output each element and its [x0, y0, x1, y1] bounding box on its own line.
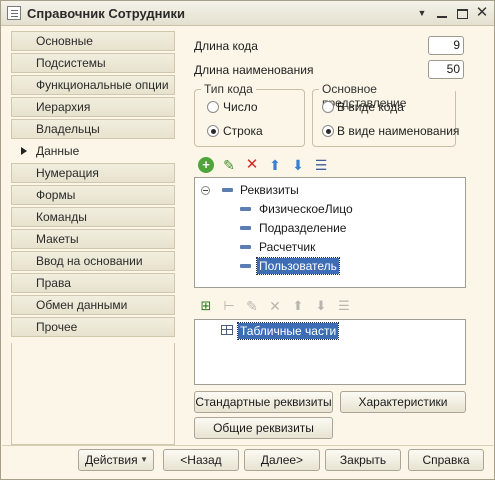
current-item-arrow-icon	[21, 147, 27, 155]
table-icon	[221, 325, 233, 335]
delete-icon[interactable]: ✕	[267, 298, 283, 314]
code-type-number-radio[interactable]	[207, 101, 219, 113]
close-button[interactable]: Закрыть	[325, 449, 401, 471]
sidebar-item-label: Ввод на основании	[36, 254, 143, 268]
repr-code-label[interactable]: В виде кода	[337, 100, 404, 114]
sidebar-item-label: Прочее	[36, 320, 78, 334]
sidebar-item-data[interactable]: Данные	[11, 141, 175, 161]
sidebar-item-label: Команды	[36, 210, 87, 224]
tree-item-individual[interactable]: ФизическоеЛицо	[259, 202, 353, 216]
code-length-label: Длина кода	[194, 39, 258, 53]
attributes-group-icon	[222, 188, 233, 192]
sidebar-item-data-exchange[interactable]: Обмен данными	[11, 295, 175, 315]
add-column-icon[interactable]: ⊢	[221, 298, 237, 314]
sidebar-item-label: Макеты	[36, 232, 79, 246]
common-attributes-button[interactable]: Общие реквизиты	[194, 417, 333, 439]
tree-item-user[interactable]: Пользователь	[256, 257, 340, 275]
move-up-icon[interactable]: ⬆	[290, 298, 306, 314]
sidebar-item-hierarchy[interactable]: Иерархия	[11, 97, 175, 117]
actions-button[interactable]: Действия ▼	[78, 449, 154, 471]
attribute-icon	[240, 207, 251, 211]
sidebar-item-subsystems[interactable]: Подсистемы	[11, 53, 175, 73]
sidebar-item-label: Нумерация	[36, 166, 99, 180]
standard-attributes-button[interactable]: Стандартные реквизиты	[194, 391, 333, 413]
attribute-icon	[240, 264, 251, 268]
add-tabular-section-icon[interactable]: ⊞	[198, 298, 214, 314]
footer-divider	[2, 445, 493, 446]
sidebar-item-based-on[interactable]: Ввод на основании	[11, 251, 175, 271]
code-length-input[interactable]: 9	[428, 36, 464, 55]
attribute-icon	[240, 245, 251, 249]
window-title: Справочник Сотрудники	[27, 6, 185, 21]
repr-name-label[interactable]: В виде наименования	[337, 124, 459, 138]
sidebar-item-numbering[interactable]: Нумерация	[11, 163, 175, 183]
sidebar-item-label: Подсистемы	[36, 56, 106, 70]
catalog-window: Справочник Сотрудники ▼ ✕ Основные Подси…	[0, 0, 495, 480]
sidebar-item-commands[interactable]: Команды	[11, 207, 175, 227]
actions-label: Действия	[85, 453, 138, 467]
minimize-button[interactable]	[434, 5, 450, 21]
sidebar-item-label: Обмен данными	[36, 298, 128, 312]
sidebar-item-label: Иерархия	[36, 100, 91, 114]
code-type-string-radio[interactable]	[207, 125, 219, 137]
close-window-button[interactable]: ✕	[474, 5, 490, 21]
sort-list-icon[interactable]: ☰	[336, 298, 352, 314]
sidebar-item-owners[interactable]: Владельцы	[11, 119, 175, 139]
delete-icon[interactable]: ✕	[244, 157, 260, 173]
sidebar-item-other[interactable]: Прочее	[11, 317, 175, 337]
repr-name-radio[interactable]	[322, 125, 334, 137]
sidebar-item-label: Основные	[36, 34, 93, 48]
sidebar-item-main[interactable]: Основные	[11, 31, 175, 51]
add-icon[interactable]: +	[198, 157, 214, 173]
sidebar-item-forms[interactable]: Формы	[11, 185, 175, 205]
collapse-toggle-icon[interactable]	[201, 186, 210, 195]
name-length-input[interactable]: 50	[428, 60, 464, 79]
sidebar-item-templates[interactable]: Макеты	[11, 229, 175, 249]
code-type-number-label[interactable]: Число	[223, 100, 258, 114]
edit-pencil-icon[interactable]: ✎	[244, 298, 260, 314]
sidebar-item-label: Формы	[36, 188, 76, 202]
tree-root-attributes[interactable]: Реквизиты	[240, 183, 299, 197]
name-length-label: Длина наименования	[194, 63, 314, 77]
code-type-string-label[interactable]: Строка	[223, 124, 263, 138]
back-button[interactable]: <Назад	[163, 449, 239, 471]
tree-item-payroll-clerk[interactable]: Расчетчик	[259, 240, 315, 254]
repr-code-radio[interactable]	[322, 101, 334, 113]
sidebar-item-label: Права	[36, 276, 71, 290]
sidebar-item-functional-options[interactable]: Функциональные опции	[11, 75, 175, 95]
tabular-sections-tree[interactable]: Табличные части	[194, 319, 466, 385]
sidebar-item-rights[interactable]: Права	[11, 273, 175, 293]
edit-pencil-icon[interactable]: ✎	[221, 157, 237, 173]
code-type-title: Тип кода	[201, 82, 256, 96]
sidebar-item-label: Владельцы	[36, 122, 100, 136]
help-button[interactable]: Справка	[408, 449, 484, 471]
tree-item-tabular-sections[interactable]: Табличные части	[236, 322, 340, 340]
sidebar-item-label: Данные	[36, 144, 80, 158]
main-representation-group: Основное представление	[312, 82, 456, 147]
next-button[interactable]: Далее>	[244, 449, 320, 471]
move-down-icon[interactable]: ⬇	[313, 298, 329, 314]
characteristics-button[interactable]: Характеристики	[340, 391, 466, 413]
move-down-icon[interactable]: ⬇	[290, 157, 306, 173]
catalog-icon	[7, 6, 21, 20]
sidebar: Основные Подсистемы Функциональные опции…	[11, 31, 175, 343]
attribute-icon	[240, 226, 251, 230]
title-bar: Справочник Сотрудники ▼ ✕	[1, 1, 494, 26]
sort-list-icon[interactable]: ☰	[313, 157, 329, 173]
attributes-tree[interactable]: Реквизиты ФизическоеЛицо Подразделение Р…	[194, 177, 466, 288]
sidebar-item-label: Функциональные опции	[36, 78, 169, 92]
maximize-button[interactable]	[454, 5, 470, 21]
code-type-group: Тип кода	[194, 82, 305, 147]
sidebar-empty-area	[11, 343, 175, 445]
window-menu-icon[interactable]: ▼	[414, 5, 430, 21]
tree-item-department[interactable]: Подразделение	[259, 221, 346, 235]
dropdown-icon: ▼	[140, 455, 148, 464]
move-up-icon[interactable]: ⬆	[267, 157, 283, 173]
